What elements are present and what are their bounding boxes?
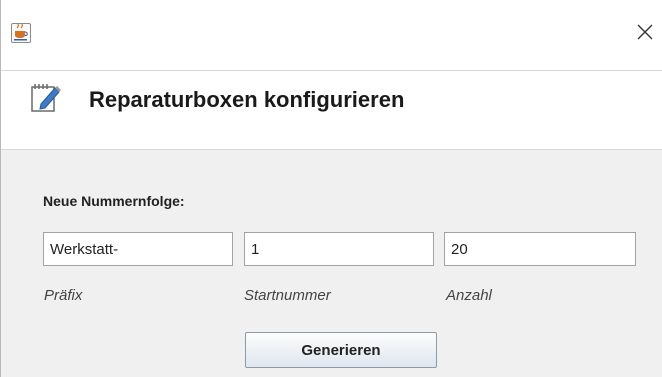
edit-note-icon <box>29 80 63 114</box>
section-label: Neue Nummernfolge: <box>43 193 185 209</box>
start-number-label: Startnummer <box>244 287 331 304</box>
dialog-title: Reparaturboxen konfigurieren <box>89 87 405 112</box>
count-label: Anzahl <box>446 287 492 304</box>
title-bar <box>1 0 662 70</box>
dialog-window: Reparaturboxen konfigurieren Neue Nummer… <box>0 0 662 377</box>
dialog-header: Reparaturboxen konfigurieren <box>1 70 662 150</box>
count-input[interactable] <box>444 232 636 266</box>
close-icon[interactable] <box>634 21 656 43</box>
java-coffee-cup-icon <box>11 23 31 43</box>
prefix-label: Präfix <box>44 287 83 304</box>
start-number-input[interactable] <box>244 232 434 266</box>
prefix-input[interactable] <box>43 232 233 266</box>
generate-button[interactable]: Generieren <box>245 332 437 368</box>
form-content: Neue Nummernfolge: Präfix Startnummer An… <box>1 150 662 377</box>
